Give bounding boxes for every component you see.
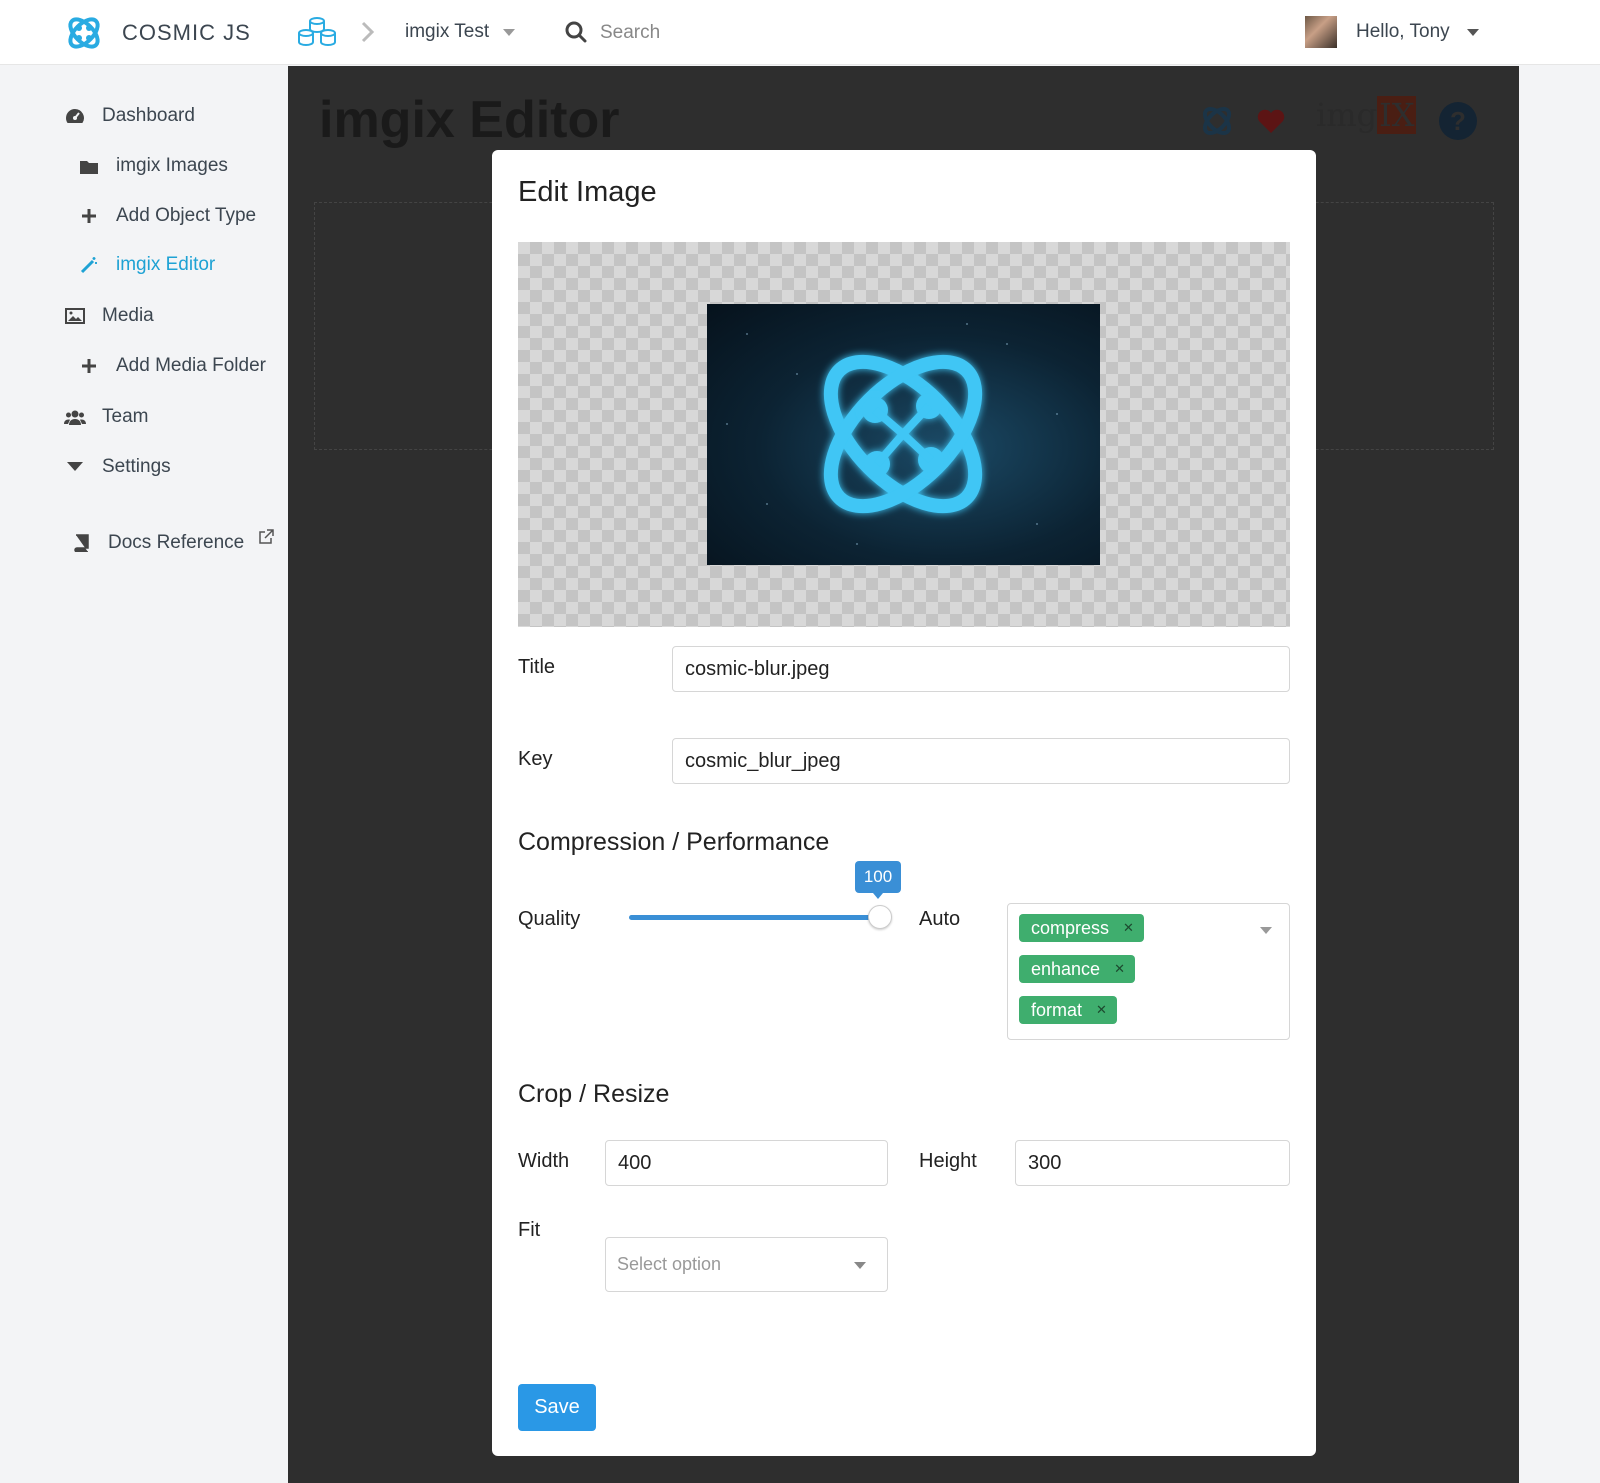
help-icon: ? — [1439, 102, 1477, 140]
sidebar-item-media[interactable]: Media — [64, 301, 154, 331]
width-label: Width — [518, 1150, 570, 1172]
caret-down-icon — [854, 1262, 866, 1269]
compression-heading: Compression / Performance — [518, 828, 830, 856]
fit-select[interactable]: Select option — [605, 1237, 888, 1292]
caret-down-icon[interactable] — [1260, 927, 1272, 934]
sidebar-item-label: Add Media Folder — [116, 355, 266, 376]
chip-label: format — [1031, 999, 1083, 1020]
sidebar: Dashboard imgix Images Add Object Type i… — [0, 65, 288, 1483]
sidebar-item-label: Team — [102, 406, 149, 427]
sidebar-item-label: Docs Reference — [108, 532, 245, 553]
key-label: Key — [518, 748, 553, 770]
search-icon[interactable] — [565, 21, 587, 43]
preview-image — [707, 304, 1100, 565]
sidebar-item-add-media-folder[interactable]: Add Media Folder — [78, 351, 266, 381]
quality-label: Quality — [518, 908, 581, 930]
sidebar-item-settings[interactable]: Settings — [64, 452, 171, 482]
sidebar-item-imgix-editor[interactable]: imgix Editor — [78, 250, 215, 280]
quality-slider-tooltip: 100 — [855, 861, 901, 899]
height-input[interactable] — [1015, 1140, 1290, 1186]
wand-icon — [78, 254, 100, 276]
chip-label: enhance — [1031, 958, 1101, 979]
caret-down-icon[interactable] — [503, 29, 515, 36]
cosmic-logo-icon[interactable] — [64, 13, 104, 53]
save-button[interactable]: Save — [518, 1384, 596, 1431]
cosmic-logo-icon — [1202, 106, 1232, 136]
auto-chip-enhance: enhance ✕ — [1019, 955, 1135, 983]
sidebar-item-label: Add Object Type — [116, 205, 257, 226]
fit-label: Fit — [518, 1219, 541, 1241]
avatar[interactable] — [1305, 16, 1337, 48]
title-input[interactable] — [672, 646, 1290, 692]
chevron-right-icon — [361, 21, 375, 43]
key-input[interactable] — [672, 738, 1290, 784]
caret-down-icon — [64, 456, 86, 478]
brand-name[interactable]: COSMIC JS — [122, 20, 251, 46]
dashboard-icon — [64, 105, 86, 127]
heart-icon — [1257, 109, 1285, 133]
quality-slider-handle[interactable] — [868, 905, 892, 929]
image-preview — [518, 242, 1290, 627]
svg-text:?: ? — [1450, 106, 1466, 136]
height-label: Height — [919, 1150, 977, 1172]
fit-placeholder: Select option — [617, 1254, 722, 1274]
team-icon — [64, 406, 86, 428]
book-icon — [70, 532, 92, 554]
modal-title: Edit Image — [518, 176, 657, 208]
user-greeting[interactable]: Hello, Tony — [1356, 21, 1450, 43]
image-icon — [64, 305, 86, 327]
plus-icon — [78, 205, 100, 227]
plus-icon — [78, 355, 100, 377]
external-link-icon[interactable] — [258, 529, 274, 545]
imgix-logo: imgIX — [1316, 96, 1417, 134]
buckets-icon[interactable] — [296, 16, 338, 48]
auto-chip-compress: compress ✕ — [1019, 914, 1144, 942]
auto-multiselect[interactable]: compress ✕ enhance ✕ format ✕ — [1007, 903, 1290, 1040]
edit-image-modal: Edit Image Title cosmic-blur.jpeg Key co… — [492, 150, 1316, 1456]
title-label: Title — [518, 656, 556, 678]
auto-chip-format: format ✕ — [1019, 996, 1117, 1024]
remove-chip-icon[interactable]: ✕ — [1096, 1002, 1107, 1018]
sidebar-item-docs-reference[interactable]: Docs Reference — [70, 528, 274, 558]
chip-label: compress — [1031, 917, 1110, 938]
sidebar-item-label: imgix Editor — [116, 254, 216, 275]
user-menu-caret-icon[interactable] — [1467, 29, 1479, 36]
page-title: imgix Editor — [319, 91, 620, 149]
sidebar-item-label: Settings — [102, 456, 171, 477]
sidebar-item-label: Media — [102, 305, 154, 326]
sidebar-item-add-object-type[interactable]: Add Object Type — [78, 201, 256, 231]
sidebar-item-team[interactable]: Team — [64, 402, 148, 432]
top-bar: COSMIC JS imgix Test Hello, Tony — [0, 0, 1600, 65]
sidebar-item-imgix-images[interactable]: imgix Images — [78, 151, 228, 181]
remove-chip-icon[interactable]: ✕ — [1123, 920, 1134, 936]
folder-icon — [78, 155, 100, 177]
sidebar-item-label: Dashboard — [102, 105, 195, 126]
cosmic-logo-glow-icon — [726, 323, 1058, 545]
search-input[interactable] — [600, 18, 800, 48]
width-input[interactable] — [605, 1140, 888, 1186]
auto-label: Auto — [919, 908, 961, 930]
sidebar-item-label: imgix Images — [116, 155, 228, 176]
quality-slider-track[interactable] — [629, 915, 879, 920]
remove-chip-icon[interactable]: ✕ — [1114, 961, 1125, 977]
bucket-selector[interactable]: imgix Test — [405, 21, 489, 43]
sidebar-item-dashboard[interactable]: Dashboard — [64, 101, 195, 131]
crop-heading: Crop / Resize — [518, 1080, 670, 1108]
